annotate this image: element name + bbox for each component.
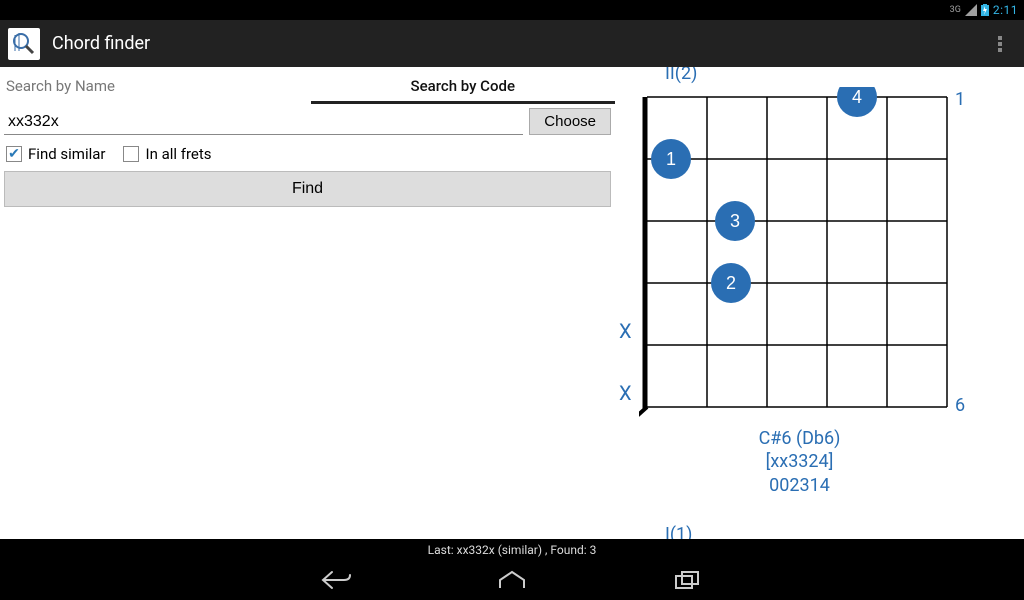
finger-number: 2 xyxy=(726,273,736,293)
find-similar-checkbox[interactable]: Find similar xyxy=(6,145,105,163)
search-panel: Search by Name Search by Code Choose Fin… xyxy=(0,67,615,539)
home-icon xyxy=(496,570,528,590)
in-all-frets-checkbox[interactable]: In all frets xyxy=(123,145,211,163)
chord-diagram-panel[interactable]: II(2) 4 1 3 2 xyxy=(615,67,1024,539)
home-button[interactable] xyxy=(494,566,530,594)
recents-button[interactable] xyxy=(670,566,706,594)
overflow-icon xyxy=(997,34,1003,54)
in-all-frets-label: In all frets xyxy=(145,145,211,163)
mute-label-1: X xyxy=(619,319,632,343)
overflow-menu-button[interactable] xyxy=(984,34,1016,54)
status-footer: Last: xx332x (similar) , Found: 3 xyxy=(0,539,1024,560)
chord-code: [xx3324] xyxy=(615,450,984,473)
tab-bar: Search by Name Search by Code xyxy=(0,67,615,104)
code-input[interactable] xyxy=(4,108,523,135)
nav-bar xyxy=(0,560,1024,600)
clock: 2:11 xyxy=(993,3,1018,17)
network-label: 3G xyxy=(950,5,961,15)
find-button[interactable]: Find xyxy=(4,171,611,207)
checkbox-checked-icon xyxy=(6,146,22,162)
bottom-note-label: I(1) xyxy=(665,524,692,539)
back-icon xyxy=(320,569,352,591)
choose-button[interactable]: Choose xyxy=(529,108,611,135)
status-text: Last: xx332x (similar) , Found: 3 xyxy=(428,543,597,557)
chord-name: C#6 (Db6) xyxy=(615,427,984,450)
battery-icon xyxy=(981,4,989,16)
finger-number: 1 xyxy=(666,149,676,169)
tab-search-by-code[interactable]: Search by Code xyxy=(311,67,616,104)
finger-number: 3 xyxy=(730,211,740,231)
fret-start-label: 1 xyxy=(955,89,965,110)
status-bar: 3G 2:11 xyxy=(0,0,1024,20)
checkbox-unchecked-icon xyxy=(123,146,139,162)
chord-name-label: C#6 (Db6) [xx3324] 002314 xyxy=(615,427,984,497)
fret-end-label: 6 xyxy=(955,395,965,416)
action-bar: Chord finder xyxy=(0,20,1024,67)
app-title: Chord finder xyxy=(52,33,984,54)
tab-search-by-name[interactable]: Search by Name xyxy=(0,67,311,104)
mute-label-2: X xyxy=(619,381,632,405)
recents-icon xyxy=(674,570,702,590)
fretboard: 4 1 3 2 xyxy=(639,87,949,421)
find-similar-label: Find similar xyxy=(28,145,105,163)
back-button[interactable] xyxy=(318,566,354,594)
app-icon xyxy=(8,28,40,60)
finger-number: 4 xyxy=(852,87,862,107)
top-note-label: II(2) xyxy=(665,67,697,84)
chord-fingering: 002314 xyxy=(615,474,984,497)
signal-icon xyxy=(965,4,977,16)
